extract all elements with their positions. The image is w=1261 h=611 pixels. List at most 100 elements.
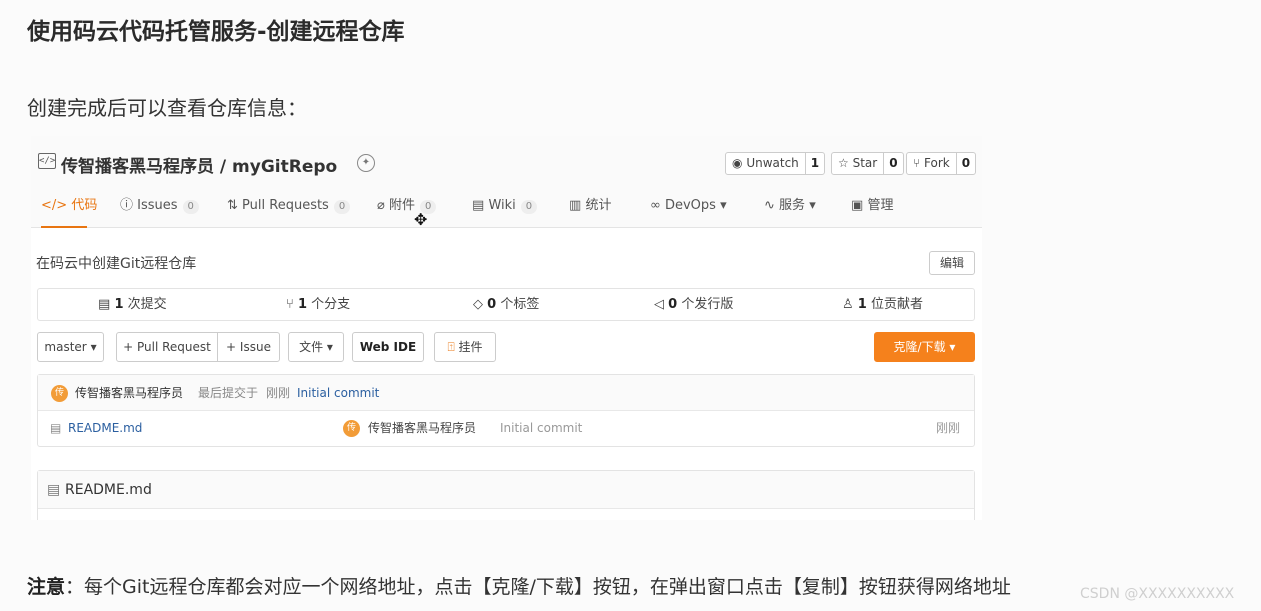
tab-devops-label: DevOps: [664, 198, 716, 213]
widget-button[interactable]: ⍐ 挂件: [434, 332, 496, 362]
star-count: 0: [883, 153, 902, 174]
clone-download-button[interactable]: 克隆/下载 ▾: [874, 332, 975, 362]
tab-wiki-count: 0: [520, 200, 538, 214]
settings-doc-icon: ▣: [851, 198, 864, 213]
file-icon: ▤: [50, 421, 62, 435]
issue-icon: ⓘ: [120, 198, 134, 213]
tab-wiki-label: Wiki: [488, 198, 516, 213]
fork-icon: ⑂: [913, 156, 921, 170]
caret-down-icon: ▾: [326, 340, 333, 354]
stat-contributors-label: 位贡献者: [870, 297, 923, 312]
tab-stats[interactable]: ▥ 统计: [569, 194, 611, 228]
readme-panel: ▤ README.md: [37, 470, 975, 520]
stat-branches[interactable]: ⑂ 1 个分支: [286, 289, 350, 320]
file-list: 传 传智播客黑马程序员 最后提交于 刚刚 Initial commit ▤ RE…: [37, 374, 975, 447]
tab-manage[interactable]: ▣ 管理: [851, 194, 893, 228]
readme-title: README.md: [65, 482, 152, 498]
files-dropdown[interactable]: 文件 ▾: [288, 332, 344, 362]
infinity-icon: ∞: [650, 198, 661, 213]
repo-stats-bar: ▤ 1 次提交 ⑂ 1 个分支 ◇ 0 个标签 ◁ 0 个发行版 ♙ 1 位贡献…: [37, 288, 975, 321]
tab-pull-requests[interactable]: ⇅ Pull Requests 0: [227, 194, 351, 228]
commit-time: 刚刚: [266, 386, 291, 400]
caret-down-icon: ▾: [949, 340, 956, 354]
tab-pulls-count: 0: [333, 200, 351, 214]
branch-select[interactable]: master ▾: [37, 332, 104, 362]
commit-message[interactable]: Initial commit: [297, 375, 379, 411]
unwatch-button[interactable]: ◉ Unwatch 1: [725, 152, 826, 175]
tab-code-label: 代码: [71, 198, 98, 213]
web-ide-button[interactable]: Web IDE: [352, 332, 424, 362]
table-row[interactable]: ▤ README.md 传 传智播客黑马程序员 Initial commit 刚…: [38, 411, 974, 446]
book-icon: ▤: [472, 198, 485, 213]
branch-icon: ⑂: [286, 297, 294, 312]
caret-down-icon: ▾: [809, 198, 816, 213]
repo-screenshot: </> 传智播客黑马程序员 / myGitRepo ✦ ◉ Unwatch 1 …: [31, 136, 982, 520]
stat-branches-num: 1: [297, 297, 307, 312]
caret-down-icon: ▾: [90, 340, 97, 354]
note-text: ：每个Git远程仓库都会对应一个网络地址，点击【克隆/下载】按钮，在弹出窗口点击…: [65, 576, 1011, 598]
branch-label: master: [44, 340, 87, 354]
tab-pulls-label: Pull Requests: [242, 198, 329, 213]
tab-issues-label: Issues: [137, 198, 178, 213]
new-issue-button[interactable]: + Issue: [217, 332, 280, 362]
stat-commits-num: 1: [114, 297, 124, 312]
tab-services[interactable]: ∿ 服务 ▾: [764, 194, 816, 228]
new-pull-request-button[interactable]: + Pull Request: [116, 332, 218, 362]
tab-stats-label: 统计: [585, 198, 612, 213]
bar-chart-icon: ▥: [569, 198, 582, 213]
avatar[interactable]: 传: [343, 420, 360, 437]
tab-services-label: 服务: [779, 198, 806, 213]
widget-label: 挂件: [458, 340, 483, 354]
tab-attachments[interactable]: ⌀ 附件 0: [377, 194, 437, 228]
doc-note: 注意：每个Git远程仓库都会对应一个网络地址，点击【克隆/下载】按钮，在弹出窗口…: [27, 572, 1011, 599]
tab-wiki[interactable]: ▤ Wiki 0: [472, 194, 538, 228]
clone-label: 克隆/下载: [893, 340, 946, 354]
unwatch-count: 1: [804, 153, 824, 174]
fork-button[interactable]: ⑂ Fork 0: [906, 152, 977, 175]
stat-tags[interactable]: ◇ 0 个标签: [473, 289, 539, 320]
tab-manage-label: 管理: [867, 198, 894, 213]
release-icon: ◁: [654, 297, 664, 312]
eye-icon: ◉: [732, 156, 743, 170]
bookmark-icon: ⍐: [447, 340, 455, 354]
tab-issues[interactable]: ⓘ Issues 0: [120, 194, 199, 228]
file-name[interactable]: README.md: [68, 411, 142, 446]
stat-releases-num: 0: [668, 297, 678, 312]
watermark: CSDN @XXXXXXXXXX: [1080, 586, 1235, 602]
caret-down-icon: ▾: [720, 198, 727, 213]
star-label: Star: [852, 156, 878, 170]
edit-button[interactable]: 编辑: [929, 251, 975, 275]
repo-badge-icon: ✦: [357, 154, 375, 172]
stat-contributors-num: 1: [857, 297, 867, 312]
repo-code-icon: </>: [38, 153, 56, 169]
files-label: 文件: [299, 340, 324, 354]
star-icon: ☆: [838, 156, 849, 170]
avatar[interactable]: 传: [51, 385, 68, 402]
tab-issues-count: 0: [182, 200, 199, 214]
repo-header: </> 传智播客黑马程序员 / myGitRepo ✦ ◉ Unwatch 1 …: [31, 136, 982, 228]
fork-count: 0: [955, 153, 975, 174]
repo-tabs: </> 代码 ⓘ Issues 0 ⇅ Pull Requests 0 ⌀ 附件 0 …: [31, 194, 982, 228]
file-icon: ▤: [47, 482, 61, 498]
commit-icon: ▤: [98, 297, 111, 312]
commit-author[interactable]: 传智播客黑马程序员: [75, 375, 183, 411]
stat-tags-label: 个标签: [500, 297, 540, 312]
stat-releases-label: 个发行版: [681, 297, 734, 312]
stat-commits[interactable]: ▤ 1 次提交: [98, 289, 167, 320]
star-button[interactable]: ☆ Star 0: [831, 152, 904, 175]
file-commit-message[interactable]: Initial commit: [500, 411, 582, 446]
people-icon: ♙: [842, 297, 854, 312]
pulse-icon: ∿: [764, 198, 775, 213]
pull-request-icon: ⇅: [227, 198, 238, 213]
tab-code[interactable]: </> 代码: [41, 194, 97, 228]
repo-title[interactable]: 传智播客黑马程序员 / myGitRepo: [61, 152, 337, 177]
doc-heading: 使用码云代码托管服务-创建远程仓库: [27, 19, 405, 45]
file-author[interactable]: 传智播客黑马程序员: [368, 411, 476, 446]
stat-releases[interactable]: ◁ 0 个发行版: [654, 289, 733, 320]
paperclip-icon: ⌀: [377, 198, 385, 213]
stat-contributors[interactable]: ♙ 1 位贡献者: [842, 289, 923, 320]
file-time: 刚刚: [936, 421, 961, 435]
fork-label: Fork: [924, 156, 950, 170]
unwatch-label: Unwatch: [746, 156, 799, 170]
tab-devops[interactable]: ∞ DevOps ▾: [650, 194, 727, 228]
